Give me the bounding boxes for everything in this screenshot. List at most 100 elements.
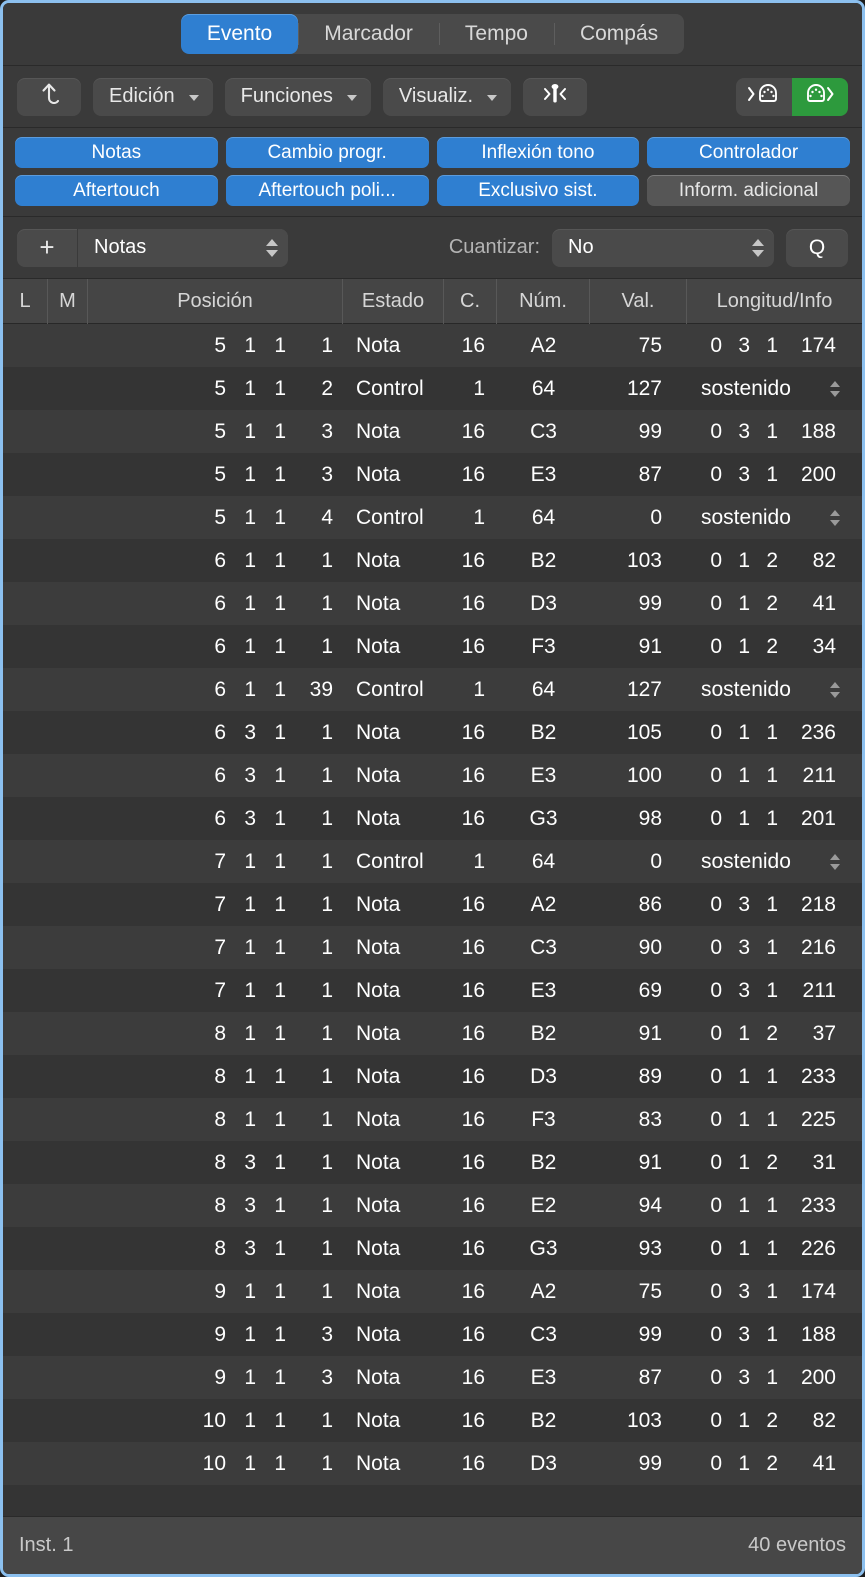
cell-l[interactable] bbox=[3, 1227, 48, 1270]
cell-estado[interactable]: Nota bbox=[343, 1313, 444, 1356]
cell-estado[interactable]: Nota bbox=[343, 324, 444, 367]
cell-subposition[interactable]: 1 bbox=[286, 1399, 343, 1442]
cell-estado[interactable]: Nota bbox=[343, 582, 444, 625]
cell-longitud-info[interactable]: sostenido bbox=[687, 367, 862, 410]
stepper-arrows-icon[interactable] bbox=[830, 380, 840, 397]
add-event-button[interactable]: + bbox=[17, 228, 78, 267]
cell-valor[interactable]: 0 bbox=[590, 496, 687, 539]
cell-m[interactable] bbox=[48, 410, 88, 453]
tab-marcador[interactable]: Marcador bbox=[298, 14, 439, 54]
cell-valor[interactable]: 127 bbox=[590, 668, 687, 711]
cell-m[interactable] bbox=[48, 1141, 88, 1184]
cell-canal[interactable]: 16 bbox=[444, 453, 497, 496]
cell-longitud-info[interactable]: 0 1 2 37 bbox=[687, 1012, 862, 1055]
cell-numero[interactable]: C3 bbox=[497, 926, 590, 969]
cell-posicion[interactable]: 811 bbox=[88, 1012, 286, 1055]
cell-m[interactable] bbox=[48, 324, 88, 367]
table-row[interactable]: 7 1 1 1 Control 1 64 0 sostenido bbox=[3, 840, 862, 883]
cell-m[interactable] bbox=[48, 582, 88, 625]
cell-posicion[interactable]: 611 bbox=[88, 539, 286, 582]
cell-canal[interactable]: 16 bbox=[444, 1442, 497, 1485]
cell-longitud-info[interactable]: 0 3 1 174 bbox=[687, 324, 862, 367]
cell-numero[interactable]: 64 bbox=[497, 367, 590, 410]
cell-estado[interactable]: Nota bbox=[343, 1012, 444, 1055]
cell-numero[interactable]: B2 bbox=[497, 1141, 590, 1184]
cell-subposition[interactable]: 1 bbox=[286, 625, 343, 668]
cell-l[interactable] bbox=[3, 1356, 48, 1399]
cell-valor[interactable]: 94 bbox=[590, 1184, 687, 1227]
table-row[interactable]: 9 1 1 3 Nota 16 C3 99 0 3 1 188 bbox=[3, 1313, 862, 1356]
cell-valor[interactable]: 86 bbox=[590, 883, 687, 926]
cell-estado[interactable]: Nota bbox=[343, 926, 444, 969]
cell-subposition[interactable]: 2 bbox=[286, 367, 343, 410]
cell-estado[interactable]: Nota bbox=[343, 1227, 444, 1270]
table-row[interactable]: 5 1 1 3 Nota 16 C3 99 0 3 1 188 bbox=[3, 410, 862, 453]
filter-button-5[interactable]: Aftertouch poli... bbox=[225, 175, 429, 206]
cell-subposition[interactable]: 39 bbox=[286, 668, 343, 711]
cell-valor[interactable]: 90 bbox=[590, 926, 687, 969]
cell-l[interactable] bbox=[3, 582, 48, 625]
cell-posicion[interactable]: 611 bbox=[88, 582, 286, 625]
cell-canal[interactable]: 16 bbox=[444, 754, 497, 797]
cell-l[interactable] bbox=[3, 883, 48, 926]
cell-l[interactable] bbox=[3, 1141, 48, 1184]
cell-l[interactable] bbox=[3, 453, 48, 496]
cell-canal[interactable]: 16 bbox=[444, 410, 497, 453]
table-row[interactable]: 8 1 1 1 Nota 16 F3 83 0 1 1 225 bbox=[3, 1098, 862, 1141]
cell-subposition[interactable]: 1 bbox=[286, 711, 343, 754]
column-header-num[interactable]: Núm. bbox=[497, 278, 590, 324]
cell-m[interactable] bbox=[48, 453, 88, 496]
cell-estado[interactable]: Nota bbox=[343, 1184, 444, 1227]
cell-numero[interactable]: E3 bbox=[497, 754, 590, 797]
cell-posicion[interactable]: 511 bbox=[88, 496, 286, 539]
cell-longitud-info[interactable]: 0 1 1 233 bbox=[687, 1055, 862, 1098]
cell-l[interactable] bbox=[3, 324, 48, 367]
cell-estado[interactable]: Nota bbox=[343, 969, 444, 1012]
menu-funciones[interactable]: Funciones bbox=[224, 77, 371, 116]
table-row[interactable]: 6 3 1 1 Nota 16 E3 100 0 1 1 211 bbox=[3, 754, 862, 797]
cell-subposition[interactable]: 1 bbox=[286, 1184, 343, 1227]
cell-numero[interactable]: E2 bbox=[497, 1184, 590, 1227]
cell-posicion[interactable]: 831 bbox=[88, 1141, 286, 1184]
cell-valor[interactable]: 93 bbox=[590, 1227, 687, 1270]
cell-numero[interactable]: C3 bbox=[497, 1313, 590, 1356]
cell-subposition[interactable]: 1 bbox=[286, 1012, 343, 1055]
cell-numero[interactable]: A2 bbox=[497, 883, 590, 926]
cell-canal[interactable]: 16 bbox=[444, 1399, 497, 1442]
cell-estado[interactable]: Nota bbox=[343, 754, 444, 797]
cell-valor[interactable]: 105 bbox=[590, 711, 687, 754]
cell-l[interactable] bbox=[3, 1442, 48, 1485]
cell-canal[interactable]: 16 bbox=[444, 1227, 497, 1270]
cell-valor[interactable]: 91 bbox=[590, 1012, 687, 1055]
cell-estado[interactable]: Nota bbox=[343, 1399, 444, 1442]
cell-l[interactable] bbox=[3, 926, 48, 969]
cell-subposition[interactable]: 3 bbox=[286, 1313, 343, 1356]
cell-l[interactable] bbox=[3, 625, 48, 668]
cell-estado[interactable]: Nota bbox=[343, 797, 444, 840]
cell-longitud-info[interactable]: 0 1 2 82 bbox=[687, 1399, 862, 1442]
filter-button-0[interactable]: Notas bbox=[15, 137, 218, 168]
tab-tempo[interactable]: Tempo bbox=[438, 14, 554, 54]
cell-posicion[interactable]: 911 bbox=[88, 1270, 286, 1313]
cell-valor[interactable]: 83 bbox=[590, 1098, 687, 1141]
cell-canal[interactable]: 1 bbox=[444, 496, 497, 539]
cell-m[interactable] bbox=[48, 1184, 88, 1227]
quantize-apply-button[interactable]: Q bbox=[786, 228, 848, 267]
cell-m[interactable] bbox=[48, 1098, 88, 1141]
cell-subposition[interactable]: 3 bbox=[286, 1356, 343, 1399]
cell-numero[interactable]: D3 bbox=[497, 1055, 590, 1098]
filter-button-2[interactable]: Inflexión tono bbox=[436, 137, 640, 168]
cell-estado[interactable]: Nota bbox=[343, 453, 444, 496]
cell-posicion[interactable]: 10 1 1 bbox=[88, 1399, 286, 1442]
cell-longitud-info[interactable]: 0 1 1 226 bbox=[687, 1227, 862, 1270]
cell-m[interactable] bbox=[48, 711, 88, 754]
table-row[interactable]: 10 1 1 1 Nota 16 D3 99 0 1 2 41 bbox=[3, 1442, 862, 1485]
table-row[interactable]: 5 1 1 1 Nota 16 A2 75 0 3 1 174 bbox=[3, 324, 862, 367]
cell-m[interactable] bbox=[48, 539, 88, 582]
cell-posicion[interactable]: 511 bbox=[88, 453, 286, 496]
cell-posicion[interactable]: 711 bbox=[88, 969, 286, 1012]
cell-valor[interactable]: 99 bbox=[590, 410, 687, 453]
cell-canal[interactable]: 1 bbox=[444, 668, 497, 711]
cell-m[interactable] bbox=[48, 1270, 88, 1313]
table-row[interactable]: 5 1 1 4 Control 1 64 0 sostenido bbox=[3, 496, 862, 539]
